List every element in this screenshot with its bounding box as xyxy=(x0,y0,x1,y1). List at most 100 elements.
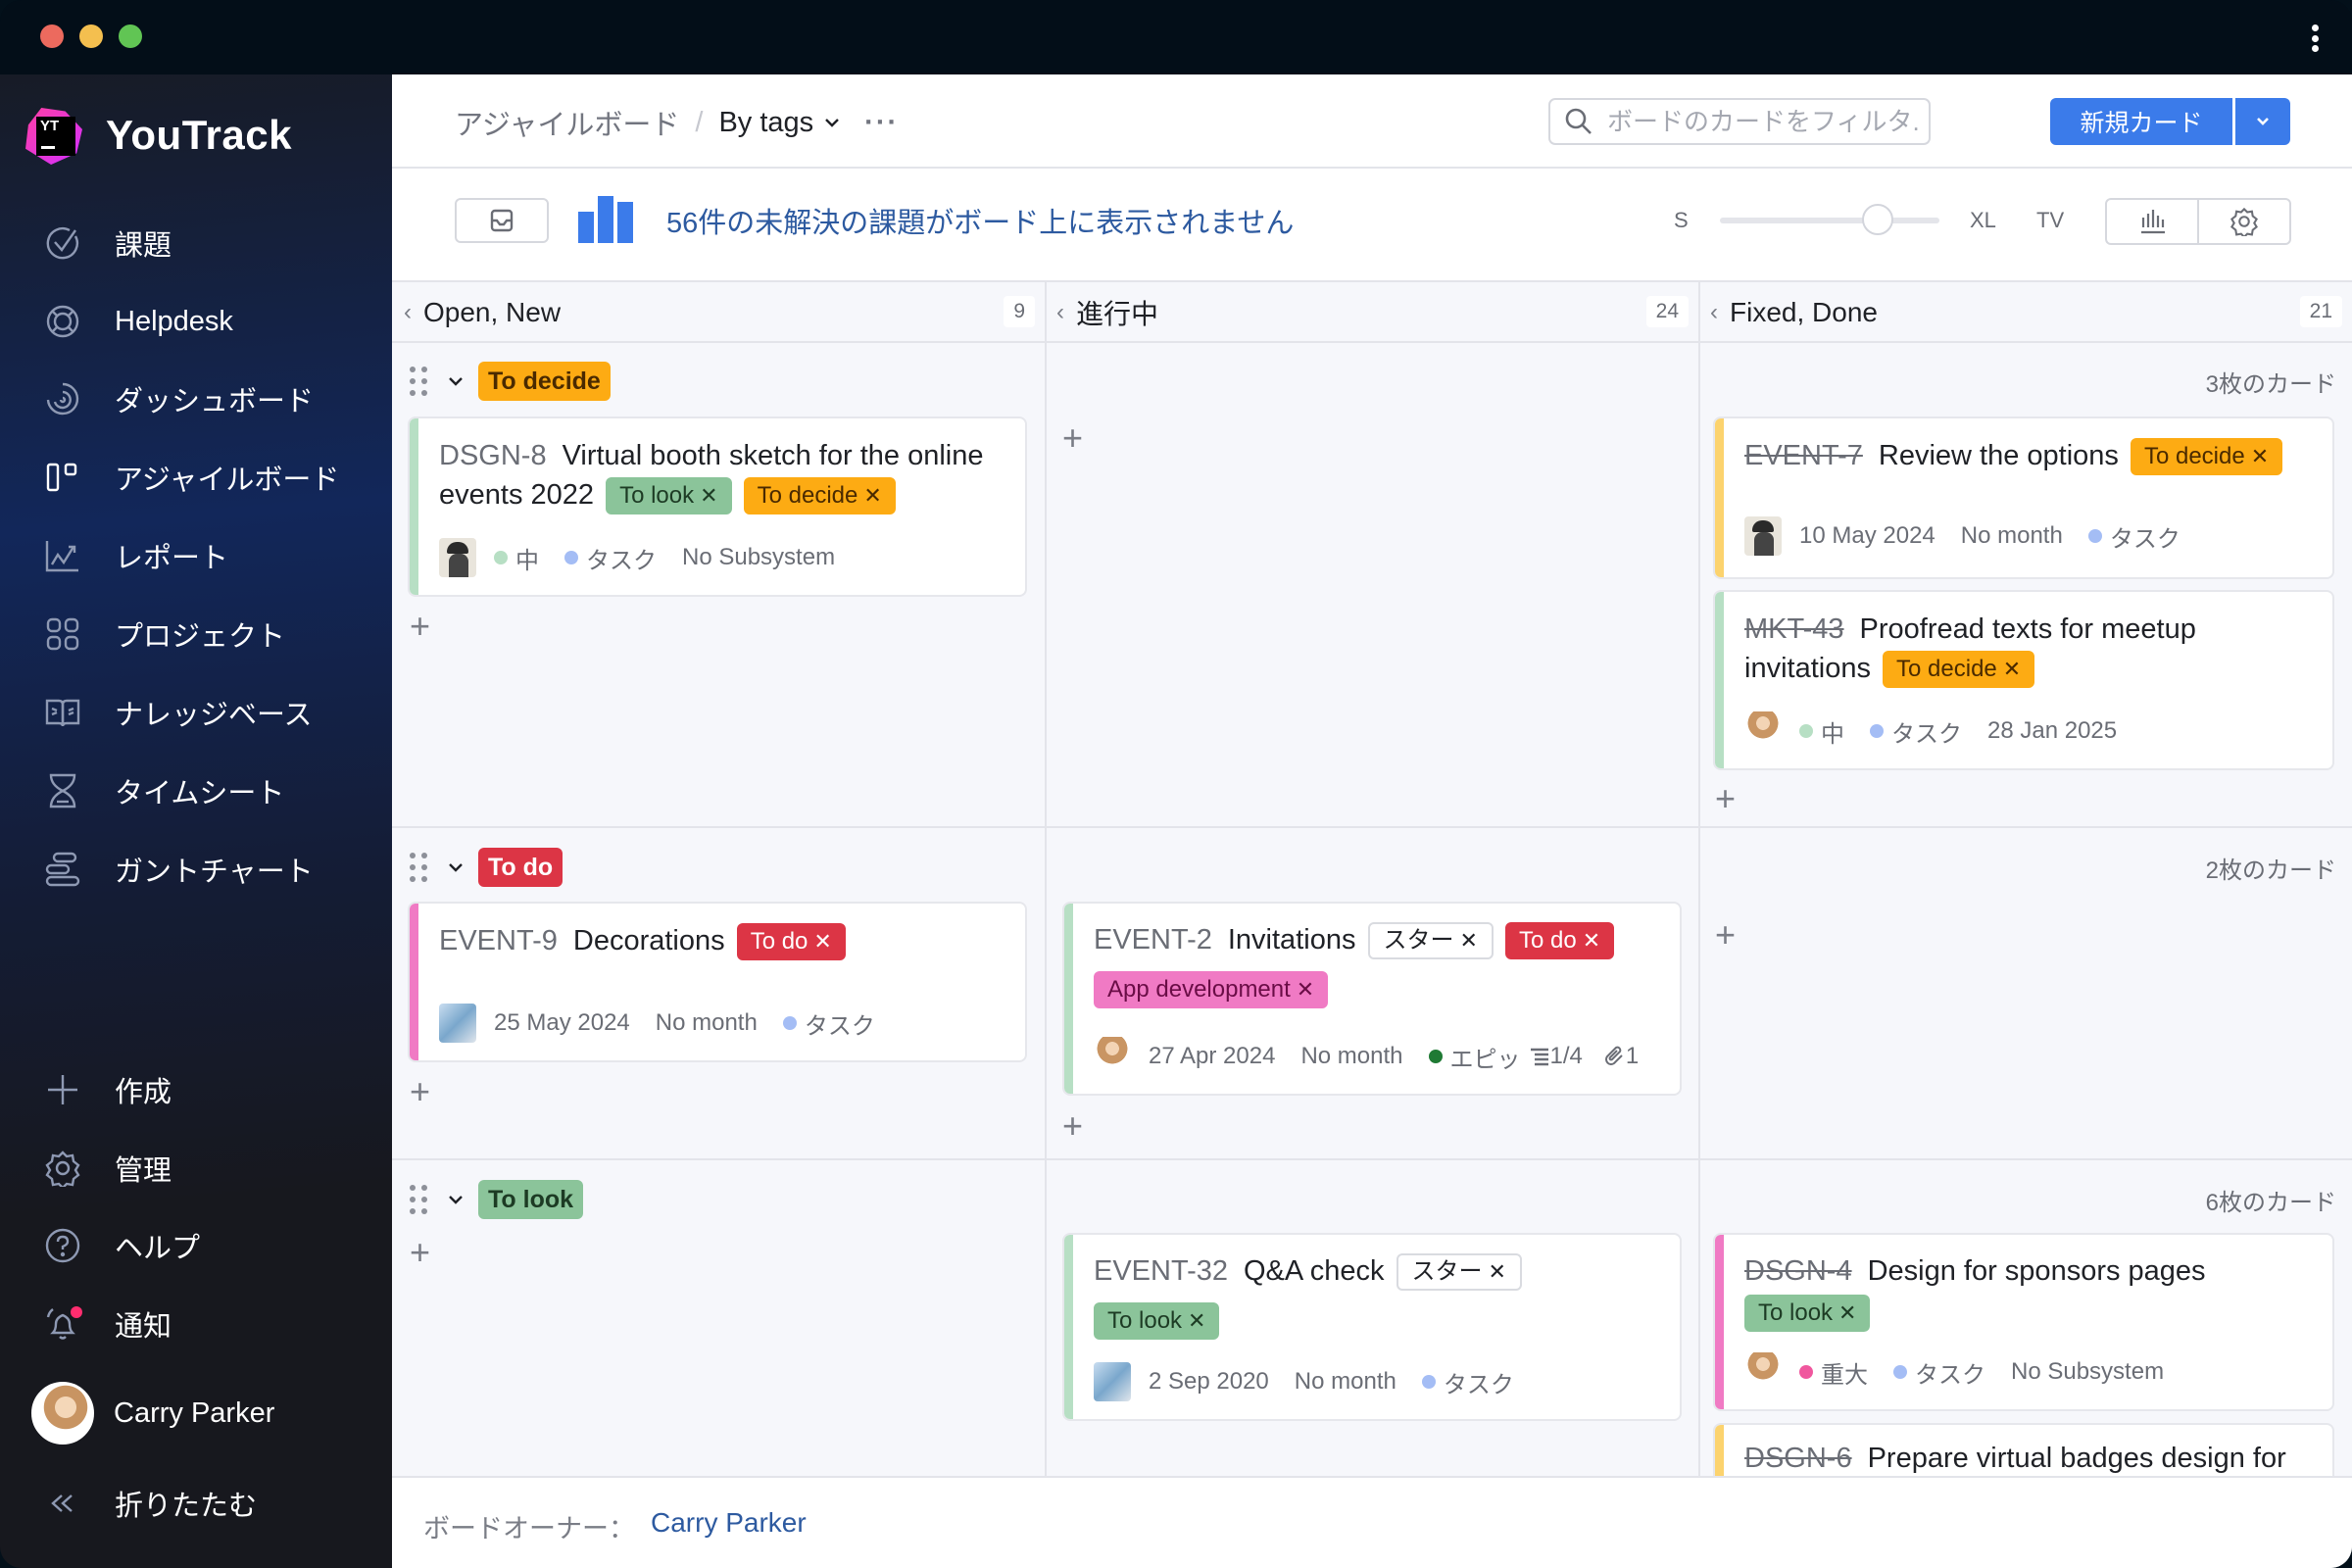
month-field[interactable]: No month xyxy=(1961,522,2063,550)
tag-to-look[interactable]: To look ✕ xyxy=(1744,1295,1871,1333)
subsystem-field[interactable]: No Subsystem xyxy=(2011,1358,2164,1386)
sidebar-item-help[interactable]: ヘルプ xyxy=(43,1216,200,1275)
issue-id[interactable]: MKT-43 xyxy=(1744,613,1844,645)
type-field[interactable]: タスク xyxy=(1893,1355,1985,1390)
user-profile[interactable]: Carry Parker xyxy=(31,1382,274,1445)
issue-id[interactable]: DSGN-8 xyxy=(439,440,547,471)
priority-field[interactable]: 重大 xyxy=(1799,1355,1868,1390)
add-card-button[interactable]: + xyxy=(1715,781,1736,816)
sidebar-item-dashboard[interactable]: ダッシュボード xyxy=(43,369,314,428)
card-size-slider-thumb[interactable] xyxy=(1862,204,1894,235)
issue-summary[interactable]: Decorations xyxy=(573,925,725,956)
date-field[interactable]: 28 Jan 2025 xyxy=(1987,717,2117,745)
swimlane-tag[interactable]: To look xyxy=(478,1180,584,1219)
assignee-avatar[interactable] xyxy=(1094,1362,1131,1401)
collapse-sidebar-button[interactable]: 折りたたむ xyxy=(43,1474,257,1533)
board-settings-button[interactable] xyxy=(2199,200,2289,243)
issue-summary[interactable]: Prepare virtual badges design for xyxy=(1868,1443,2286,1474)
tag-star[interactable]: スター ✕ xyxy=(1367,922,1494,960)
sidebar-item-issues[interactable]: 課題 xyxy=(43,214,172,272)
sidebar-item-agile-boards[interactable]: アジャイルボード xyxy=(43,448,339,507)
chart-button[interactable] xyxy=(2107,200,2199,243)
drag-handle-icon[interactable] xyxy=(410,853,427,882)
sidebar-item-gantt-charts[interactable]: ガントチャート xyxy=(43,840,314,899)
date-field[interactable]: 2 Sep 2020 xyxy=(1149,1368,1269,1396)
add-card-button[interactable]: + xyxy=(410,1235,430,1270)
type-field[interactable]: タスク xyxy=(1421,1365,1514,1399)
sidebar-item-timesheets[interactable]: タイムシート xyxy=(43,761,284,820)
issue-id[interactable]: EVENT-2 xyxy=(1094,924,1212,956)
add-card-button[interactable]: + xyxy=(1062,1108,1083,1144)
sidebar-item-administration[interactable]: 管理 xyxy=(43,1139,172,1198)
card-size-slider[interactable] xyxy=(1720,218,1939,223)
assignee-avatar[interactable] xyxy=(1094,1037,1131,1076)
drag-handle-icon[interactable] xyxy=(410,367,427,396)
issue-id[interactable]: EVENT-7 xyxy=(1744,440,1863,471)
card-event-9[interactable]: EVENT-9 Decorations To do ✕ 25 May 2024 No… xyxy=(410,904,1025,1060)
tv-mode-button[interactable]: TV xyxy=(2036,208,2064,233)
sidebar-item-knowledge-base[interactable]: ナレッジベース xyxy=(43,683,313,742)
card-event-2[interactable]: EVENT-2 Invitations スター ✕ To do ✕ App devel… xyxy=(1064,904,1680,1094)
date-field[interactable]: 25 May 2024 xyxy=(494,1009,630,1037)
swimlane-tag[interactable]: To decide xyxy=(478,362,611,401)
assignee-avatar[interactable] xyxy=(1744,516,1782,556)
unresolved-issues-link[interactable]: 56件の未解決の課題がボード上に表示されません xyxy=(666,200,1294,241)
tag-to-look[interactable]: To look ✕ xyxy=(606,477,732,515)
issue-id[interactable]: DSGN-6 xyxy=(1744,1443,1852,1474)
board-owner-link[interactable]: Carry Parker xyxy=(651,1507,807,1539)
card-size-xl-label[interactable]: XL xyxy=(1970,208,1996,233)
card-dsgn-8[interactable]: DSGN-8 Virtual booth sketch for the onlin… xyxy=(410,418,1025,595)
sidebar-item-create[interactable]: 作成 xyxy=(43,1060,172,1119)
kebab-vertical-icon[interactable] xyxy=(2311,24,2319,52)
assignee-avatar[interactable] xyxy=(439,538,476,577)
chevron-left-icon[interactable]: ‹ xyxy=(1056,299,1064,326)
chevron-down-icon[interactable] xyxy=(447,1194,465,1205)
issue-id[interactable]: DSGN-4 xyxy=(1744,1255,1852,1287)
column-header-fixed[interactable]: ‹ Fixed, Done 21 xyxy=(1698,282,2352,343)
sidebar-item-reports[interactable]: レポート xyxy=(43,526,228,585)
board-selector[interactable]: By tags xyxy=(718,107,841,139)
sidebar-item-projects[interactable]: プロジェクト xyxy=(43,605,285,663)
priority-field[interactable]: 中 xyxy=(1799,714,1844,749)
column-header-open[interactable]: ‹ Open, New 9 xyxy=(392,282,1045,343)
drag-handle-icon[interactable] xyxy=(410,1185,427,1214)
tag-to-decide[interactable]: To decide ✕ xyxy=(2130,438,2283,476)
search-input[interactable] xyxy=(1607,106,1921,137)
board-filter-search[interactable] xyxy=(1548,98,1931,145)
tag-star[interactable]: スター ✕ xyxy=(1396,1253,1522,1292)
new-card-button[interactable]: 新規カード xyxy=(2050,98,2232,145)
subtasks-field[interactable]: 1/4 xyxy=(1529,1043,1583,1070)
date-field[interactable]: 27 Apr 2024 xyxy=(1149,1043,1275,1070)
sidebar-item-notifications[interactable]: 通知 xyxy=(43,1295,172,1353)
tag-to-look[interactable]: To look ✕ xyxy=(1094,1302,1220,1341)
more-options-button[interactable]: ··· xyxy=(864,107,899,139)
column-header-in-progress[interactable]: ‹ 進行中 24 xyxy=(1045,282,1698,343)
date-field[interactable]: 10 May 2024 xyxy=(1799,522,1936,550)
issue-summary[interactable]: Invitations xyxy=(1228,924,1356,956)
chevron-down-icon[interactable] xyxy=(447,861,465,873)
type-field[interactable]: エピッ xyxy=(1428,1040,1521,1074)
add-card-button[interactable]: + xyxy=(410,609,430,644)
sidebar-item-helpdesk[interactable]: Helpdesk xyxy=(43,292,233,351)
chevron-left-icon[interactable]: ‹ xyxy=(1710,299,1718,326)
month-field[interactable]: No month xyxy=(1300,1043,1402,1070)
card-event-7[interactable]: EVENT-7 Review the options To decide ✕ 10 … xyxy=(1715,418,2332,577)
month-field[interactable]: No month xyxy=(1295,1368,1396,1396)
issue-id[interactable]: EVENT-9 xyxy=(439,925,558,956)
assignee-avatar[interactable] xyxy=(439,1004,476,1043)
type-field[interactable]: タスク xyxy=(564,541,657,575)
issue-id[interactable]: EVENT-32 xyxy=(1094,1255,1228,1287)
tag-to-do[interactable]: To do ✕ xyxy=(736,923,846,961)
swimlane-tag[interactable]: To do xyxy=(478,848,564,887)
backlog-toggle-button[interactable] xyxy=(455,198,549,243)
priority-field[interactable]: 中 xyxy=(494,541,539,575)
add-card-button[interactable]: + xyxy=(1062,420,1083,456)
add-card-button[interactable]: + xyxy=(1715,917,1736,953)
chevron-left-icon[interactable]: ‹ xyxy=(404,299,412,326)
close-window-button[interactable] xyxy=(40,24,64,48)
attachments-field[interactable]: 1 xyxy=(1604,1043,1639,1070)
issue-summary[interactable]: Q&A check xyxy=(1244,1255,1384,1287)
type-field[interactable]: タスク xyxy=(2087,519,2180,554)
month-field[interactable]: No month xyxy=(656,1009,758,1037)
type-field[interactable]: タスク xyxy=(782,1006,875,1041)
